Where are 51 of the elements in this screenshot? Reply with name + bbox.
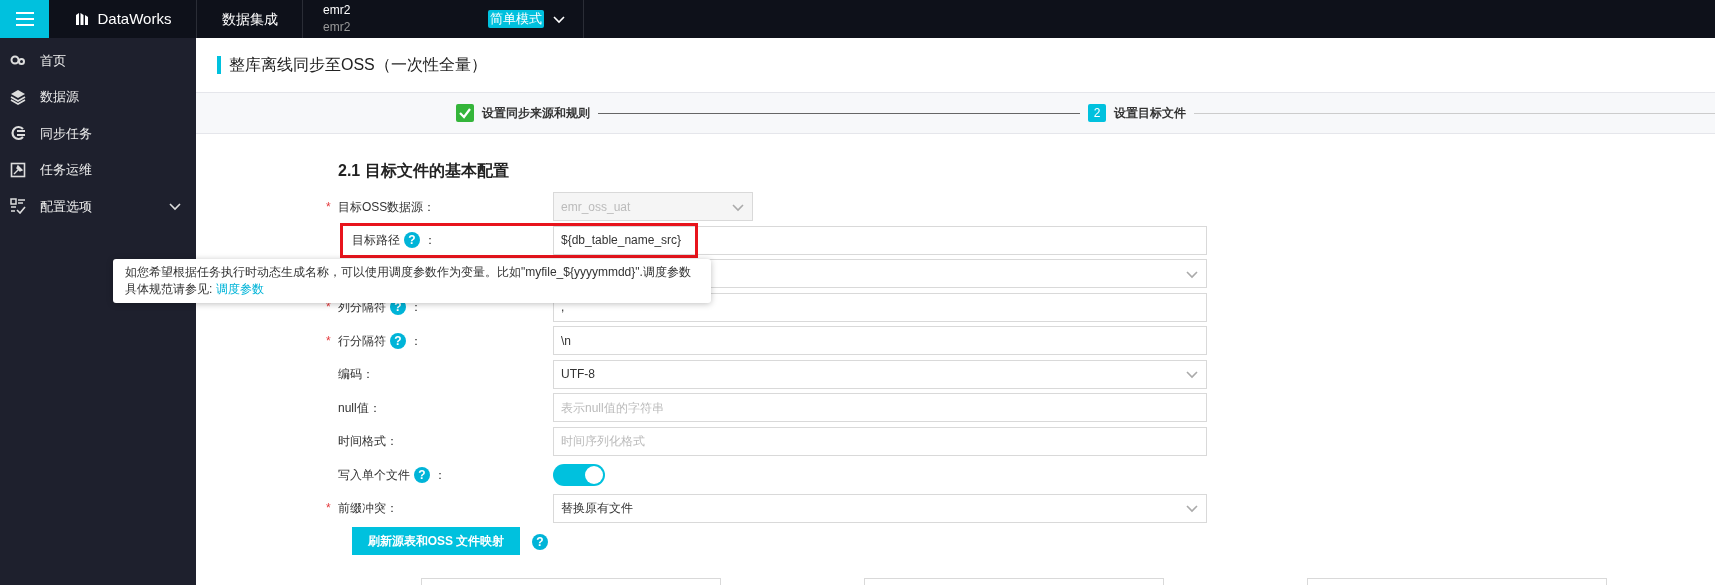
label-colon: ： bbox=[424, 232, 436, 250]
toggle-switch[interactable] bbox=[553, 463, 605, 486]
sidebar-item[interactable]: 首页 bbox=[0, 42, 196, 79]
sidebar-item[interactable]: 配置选项 bbox=[0, 188, 196, 225]
sidebar-item[interactable]: 同步任务 bbox=[0, 115, 196, 152]
sidebar-item-label: 任务运维 bbox=[40, 161, 93, 179]
menu-button[interactable] bbox=[0, 0, 49, 38]
label-colon: ： bbox=[410, 332, 422, 350]
field-label: 目标路径 bbox=[352, 232, 400, 250]
sidebar-item-label: 同步任务 bbox=[40, 124, 93, 143]
title-accent-bar bbox=[217, 56, 221, 74]
sync-icon bbox=[10, 125, 26, 142]
layers-icon bbox=[10, 88, 26, 105]
sidebar-item-label: 配置选项 bbox=[40, 197, 93, 216]
input-field[interactable]: ${db_table_name_src} bbox=[553, 225, 1207, 255]
step-number: 2 bbox=[1088, 104, 1106, 122]
chevron-down-icon bbox=[1185, 502, 1199, 515]
page-title: 整库离线同步至OSS（一次性全量） bbox=[229, 55, 487, 75]
workspace-name: emr2 bbox=[323, 2, 352, 19]
input-field[interactable]: , bbox=[553, 292, 1207, 322]
sidebar-item[interactable]: 任务运维 bbox=[0, 151, 196, 188]
select-field[interactable]: UTF-8 bbox=[553, 359, 1207, 389]
sidebar-item-label: 首页 bbox=[40, 51, 67, 70]
required-mark: * bbox=[326, 500, 332, 518]
chevron-down-icon bbox=[1185, 368, 1199, 381]
product-name: DataWorks bbox=[97, 8, 172, 29]
field-label: 行分隔符 bbox=[338, 332, 386, 350]
sidebar-item[interactable]: 数据源 bbox=[0, 78, 196, 115]
chevron-down-icon bbox=[552, 13, 566, 25]
required-mark: * bbox=[326, 198, 332, 216]
step-label[interactable]: 设置目标文件 bbox=[1114, 104, 1186, 122]
field-label: null值： bbox=[338, 399, 381, 417]
module-name[interactable]: 数据集成 bbox=[221, 8, 278, 30]
field-label: 编码： bbox=[338, 366, 374, 384]
field-label: 时间格式： bbox=[338, 433, 398, 451]
logo-icon bbox=[73, 11, 90, 27]
field-label: 目标OSS数据源： bbox=[338, 198, 436, 216]
field-label: 前缀冲突： bbox=[338, 500, 398, 518]
step-label[interactable]: 设置同步来源和规则 bbox=[482, 104, 590, 122]
checklist-icon bbox=[10, 198, 26, 215]
field-label: 写入单个文件 bbox=[338, 466, 410, 484]
label-colon: ： bbox=[410, 299, 422, 317]
section-heading: 2.1 目标文件的基本配置 bbox=[338, 161, 510, 181]
workspace-subtitle: emr2 bbox=[323, 19, 352, 36]
select-field[interactable]: 替换原有文件 bbox=[553, 493, 1207, 523]
wrench-icon bbox=[10, 161, 26, 178]
input-field[interactable]: \n bbox=[553, 326, 1207, 356]
label-colon: ： bbox=[434, 466, 446, 484]
sidebar-item-label: 数据源 bbox=[40, 88, 80, 106]
required-mark: * bbox=[326, 332, 332, 350]
menu-icon bbox=[14, 11, 35, 27]
